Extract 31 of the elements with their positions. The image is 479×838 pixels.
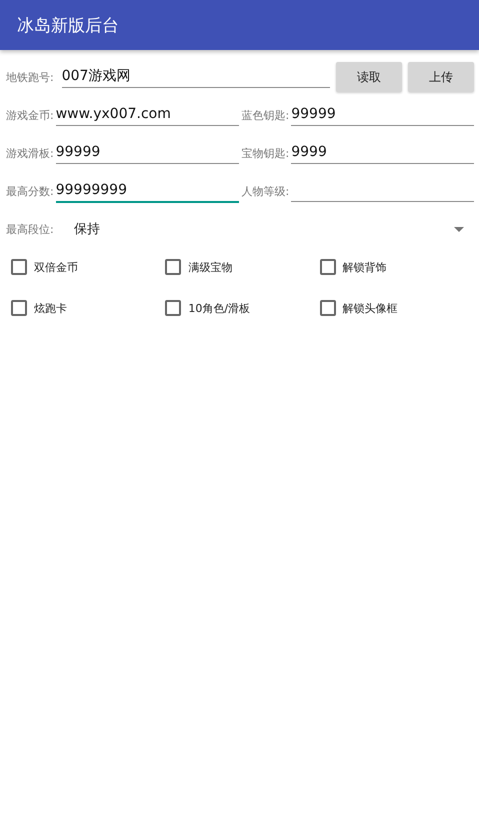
rank-dropdown[interactable]: 保持 — [72, 214, 474, 244]
field-label: 人物等级: — [242, 184, 290, 198]
checkbox[interactable] — [165, 300, 182, 316]
input-field[interactable]: 99999 — [291, 104, 474, 126]
checkbox[interactable] — [11, 300, 27, 316]
action-button[interactable]: 读取 — [336, 62, 402, 92]
field-label: 宝物钥匙: — [242, 146, 290, 160]
dropdown-caret-icon — [454, 226, 464, 232]
input-field[interactable]: 99999999 — [56, 180, 238, 202]
checkbox-label[interactable]: 解锁背饰 — [342, 260, 387, 274]
app-title: 冰岛新版后台 — [17, 14, 119, 36]
checkbox-label[interactable]: 10角色/滑板 — [188, 300, 250, 316]
checkbox-label[interactable]: 炫跑卡 — [34, 300, 67, 316]
input-field[interactable]: 9999 — [291, 142, 474, 164]
field-label: 地铁跑号: — [6, 70, 54, 84]
checkbox[interactable] — [320, 300, 336, 316]
checkbox-label[interactable]: 双倍金币 — [34, 260, 78, 274]
input-field[interactable]: 99999 — [56, 142, 238, 164]
field-label: 最高段位: — [6, 222, 55, 236]
field-label: 蓝色钥匙: — [242, 108, 290, 122]
input-field[interactable]: www.yx007.com — [56, 104, 238, 126]
action-button[interactable]: 上传 — [408, 62, 474, 92]
checkbox[interactable] — [320, 259, 336, 275]
checkbox[interactable] — [165, 259, 182, 275]
checkbox-label[interactable]: 满级宝物 — [188, 260, 232, 274]
field-label: 游戏滑板: — [6, 146, 54, 160]
checkbox-label[interactable]: 解锁头像框 — [342, 300, 398, 316]
checkbox[interactable] — [11, 259, 27, 275]
field-label: 游戏金币: — [6, 108, 54, 122]
field-label: 最高分数: — [6, 184, 54, 198]
input-field[interactable]: 007游戏网 — [62, 66, 330, 88]
